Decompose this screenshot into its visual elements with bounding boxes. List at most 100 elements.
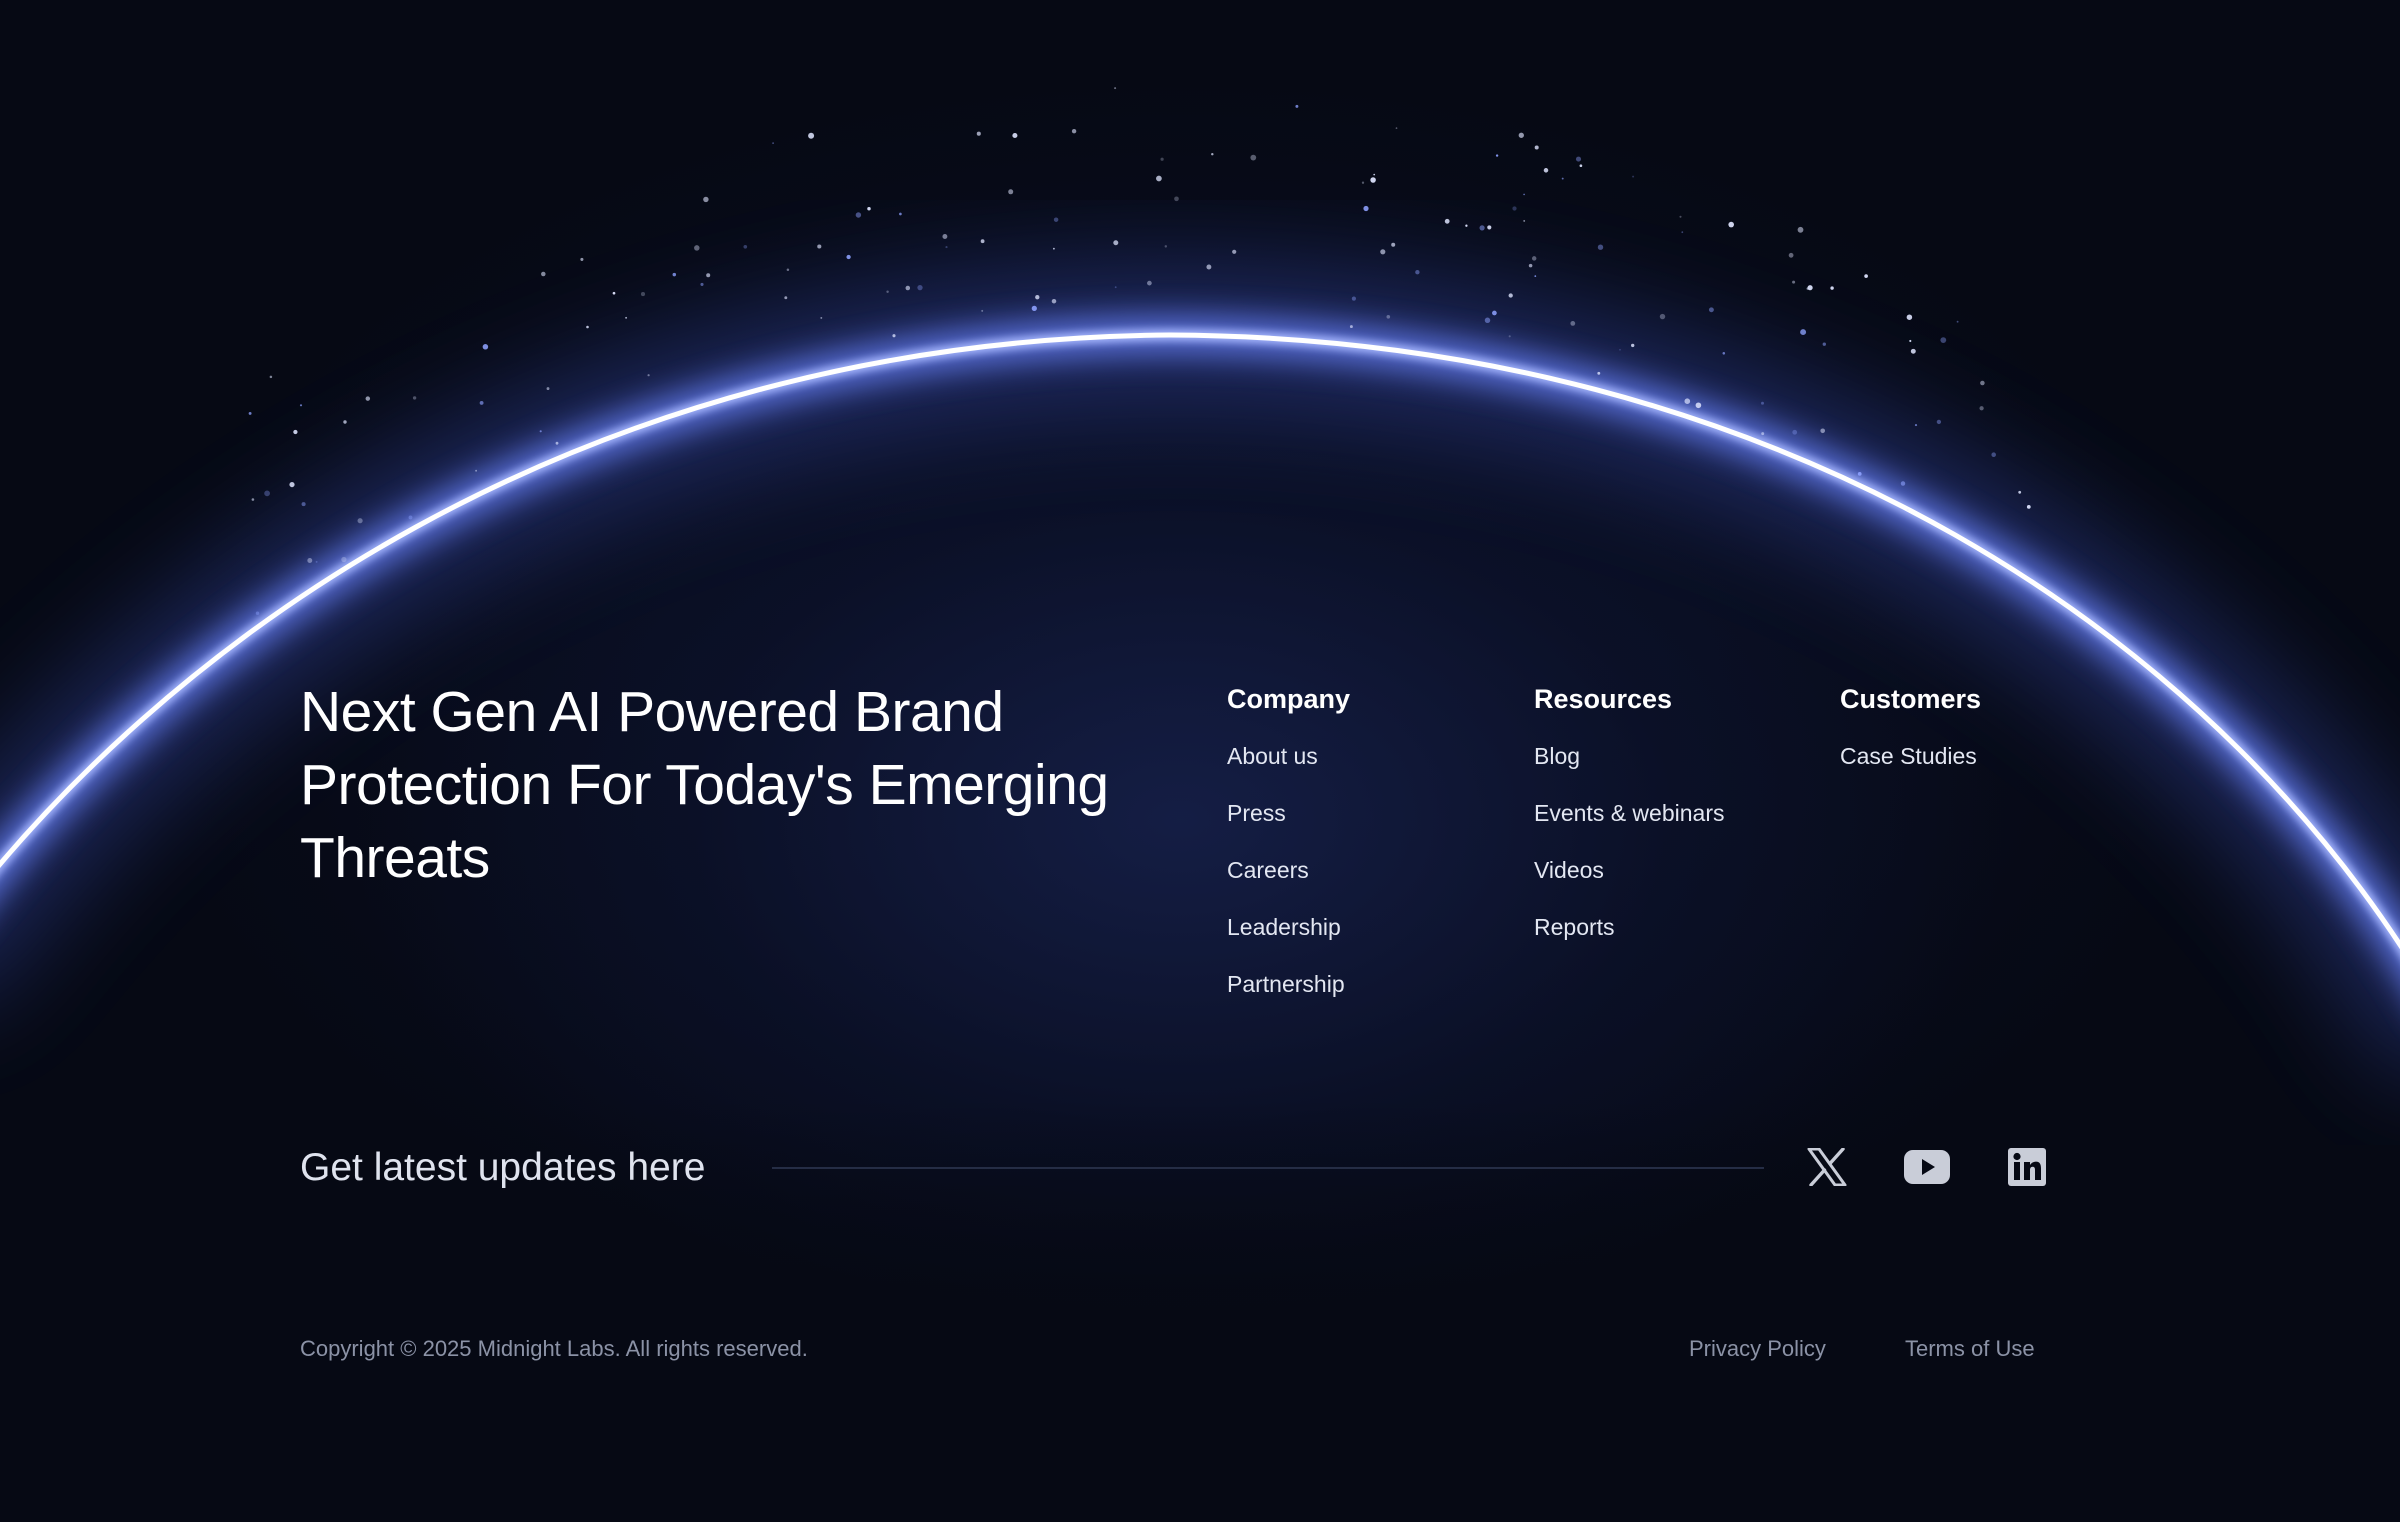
star-particle — [1910, 348, 1916, 354]
nav-column-company: Company About us Press Careers Leadershi… — [1227, 680, 1350, 1023]
star-particle — [1071, 129, 1077, 134]
star-particle — [343, 420, 347, 424]
star-particle — [1380, 249, 1386, 255]
star-particle — [1295, 104, 1299, 108]
star-particle — [1936, 419, 1942, 425]
star-particle — [412, 396, 417, 400]
star-particle — [408, 515, 413, 520]
star-particle — [293, 429, 298, 435]
headline: Next Gen AI Powered Brand Protection For… — [300, 680, 1109, 890]
star-particle — [640, 292, 646, 297]
copyright-text: Copyright © 2025 Midnight Labs. All righ… — [300, 1336, 808, 1361]
terms-of-use-link[interactable]: Terms of Use — [1905, 1334, 2035, 1364]
star-particle — [905, 285, 911, 291]
star-particle — [647, 374, 650, 377]
star-particle — [1363, 205, 1369, 212]
star-particle — [981, 309, 984, 312]
star-particle — [867, 206, 871, 211]
star-particle — [248, 411, 252, 415]
link-leadership[interactable]: Leadership — [1227, 909, 1350, 946]
star-particle — [1250, 154, 1257, 161]
privacy-policy-link[interactable]: Privacy Policy — [1689, 1334, 1826, 1364]
star-particle — [976, 131, 981, 136]
star-particle — [1906, 508, 1909, 512]
footer-section: Next Gen AI Powered Brand Protection For… — [0, 0, 2400, 1522]
customers-heading: Customers — [1840, 684, 1982, 714]
star-particle — [555, 441, 559, 445]
star-particle — [315, 560, 318, 563]
company-heading: Company — [1227, 684, 1351, 714]
link-reports[interactable]: Reports — [1534, 909, 1724, 946]
star-particle — [672, 272, 677, 277]
star-particle — [1395, 127, 1398, 129]
star-particle — [772, 142, 774, 144]
star-particle — [1518, 132, 1524, 138]
star-particle — [1531, 256, 1537, 261]
resources-heading: Resources — [1534, 684, 1673, 714]
star-particle — [1684, 398, 1691, 405]
link-events-webinars[interactable]: Events & webinars — [1534, 795, 1724, 832]
star-particle — [1008, 189, 1014, 195]
newsletter-label: Get latest updates here — [300, 1146, 706, 1189]
star-particle — [855, 212, 862, 218]
star-particle — [1391, 242, 1396, 247]
star-particle — [546, 387, 550, 391]
newsletter-divider — [772, 1167, 1764, 1169]
star-particle — [1031, 305, 1037, 312]
star-particle — [299, 404, 303, 407]
star-particle — [475, 469, 478, 472]
star-particle — [1631, 343, 1635, 348]
star-particle — [1415, 270, 1420, 275]
star-particle — [1206, 264, 1212, 270]
star-particle — [743, 244, 748, 249]
star-particle — [1914, 424, 1918, 427]
star-particle — [1857, 472, 1862, 476]
star-particle — [980, 239, 985, 244]
x-icon[interactable] — [1804, 1144, 1850, 1190]
star-particle — [1570, 321, 1576, 326]
linkedin-icon[interactable] — [2004, 1144, 2050, 1190]
star-particle — [269, 375, 273, 379]
star-particle — [586, 325, 589, 329]
link-careers[interactable]: Careers — [1227, 852, 1350, 889]
star-particle — [1386, 314, 1391, 319]
link-about-us[interactable]: About us — [1227, 738, 1350, 775]
star-particle — [1792, 429, 1798, 435]
star-particle — [1708, 307, 1714, 313]
star-particle — [703, 196, 709, 203]
star-particle — [1495, 154, 1499, 157]
star-particle — [886, 290, 889, 294]
star-particle — [612, 291, 616, 295]
link-case-studies[interactable]: Case Studies — [1840, 738, 1981, 775]
nav-column-customers: Customers Case Studies — [1840, 680, 1981, 795]
link-blog[interactable]: Blog — [1534, 738, 1724, 775]
star-particle — [307, 558, 313, 563]
star-particle — [1035, 295, 1040, 300]
star-particle — [1114, 286, 1117, 289]
star-particle — [1012, 132, 1018, 139]
link-partnership[interactable]: Partnership — [1227, 966, 1350, 1003]
star-particle — [1722, 352, 1726, 355]
star-particle — [1349, 325, 1353, 329]
link-videos[interactable]: Videos — [1534, 852, 1724, 889]
star-particle — [1160, 157, 1164, 161]
star-particle — [1465, 224, 1468, 227]
star-particle — [1543, 168, 1549, 173]
star-particle — [706, 273, 711, 278]
star-particle — [1444, 218, 1450, 224]
star-particle — [482, 344, 489, 350]
youtube-icon[interactable] — [1904, 1144, 1950, 1190]
star-particle — [264, 490, 270, 497]
link-press[interactable]: Press — [1227, 795, 1350, 832]
star-particle — [1909, 339, 1912, 343]
star-particle — [1728, 221, 1734, 228]
star-particle — [1484, 317, 1491, 324]
star-particle — [892, 334, 896, 338]
star-particle — [899, 212, 902, 216]
star-particle — [1479, 225, 1485, 231]
star-particle — [1487, 225, 1492, 230]
star-particle — [1980, 380, 1985, 386]
star-particle — [1659, 313, 1666, 320]
star-particle — [357, 518, 363, 524]
star-particle — [1174, 196, 1179, 202]
